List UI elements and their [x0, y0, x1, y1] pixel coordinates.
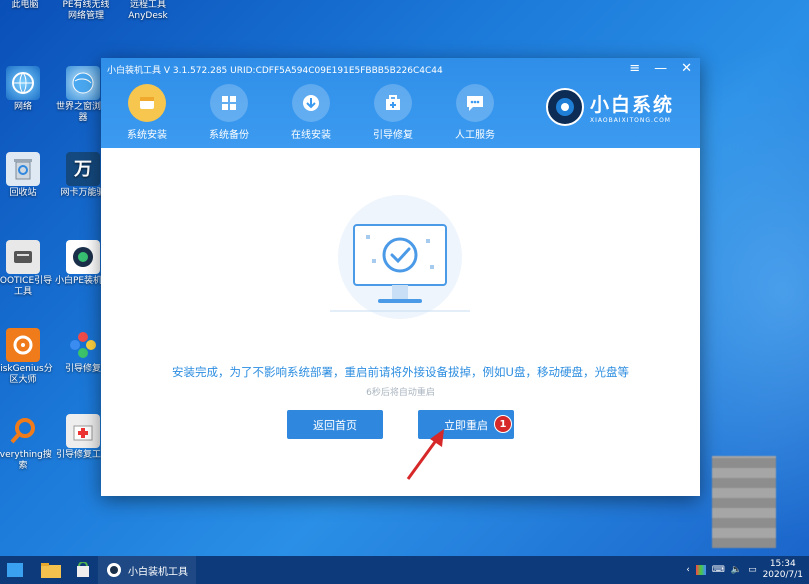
chevron-left-icon[interactable]: ‹ — [686, 565, 690, 575]
folder-icon — [41, 563, 61, 578]
menu-icon[interactable]: ≡ — [629, 61, 640, 76]
system-install-icon — [128, 84, 166, 122]
system-tray: ‹ ⌨ 🔈 ▭ 15:34 2020/7/1 — [686, 556, 803, 584]
main-nav: 系统安装 系统备份 在线安装 引导修复 人工服务 — [117, 84, 505, 141]
close-icon[interactable]: ✕ — [681, 61, 692, 76]
start-button[interactable] — [0, 556, 30, 584]
tab-system-install[interactable]: 系统安装 — [117, 84, 177, 141]
window-title: 小白装机工具 V 3.1.572.285 URID:CDFF5A594C09E1… — [107, 66, 443, 76]
chat-service-icon — [456, 84, 494, 122]
annotation-arrow-icon — [406, 429, 444, 480]
tab-online-install[interactable]: 在线安装 — [281, 84, 341, 141]
wifi-tool-icon — [77, 562, 89, 577]
color-app-icon[interactable] — [695, 565, 706, 575]
taskbar-app-xiaobai[interactable]: 小白装机工具 — [98, 556, 196, 584]
online-install-icon — [292, 84, 330, 122]
volume-icon[interactable]: 🔈 — [731, 565, 742, 575]
system-backup-icon — [210, 84, 248, 122]
file-explorer-button[interactable] — [34, 556, 68, 584]
tab-system-backup[interactable]: 系统备份 — [199, 84, 259, 141]
clock[interactable]: 15:34 2020/7/1 — [763, 559, 803, 581]
window-header: 小白装机工具 V 3.1.572.285 URID:CDFF5A594C09E1… — [101, 58, 700, 148]
countdown-text: 6秒后将自动重启 — [366, 388, 435, 398]
install-complete-illustration — [328, 195, 472, 319]
network-tray-icon[interactable]: ▭ — [748, 565, 757, 575]
driver-icon: 万 — [66, 152, 100, 186]
desktop-icon-recycle-bin[interactable]: 回收站 — [0, 152, 54, 199]
boot-repair-tool-icon — [66, 414, 100, 448]
window-controls: ≡ — ✕ — [629, 61, 692, 76]
network-icon — [6, 66, 40, 100]
network-tool-button[interactable] — [68, 556, 98, 584]
install-complete-message: 安装完成，为了不影响系统部署，重启前请将外接设备拔掉，例如U盘，移动硬盘，光盘等 — [172, 365, 629, 379]
back-home-button[interactable]: 返回首页 — [287, 410, 383, 439]
desktop-icon-everything[interactable]: Everything搜索 — [0, 414, 54, 472]
windows-logo-icon — [7, 563, 23, 577]
desktop-icon-diskgenius[interactable]: DiskGenius分区大师 — [0, 328, 54, 386]
bootice-icon — [6, 240, 40, 274]
desktop-label-computer[interactable]: 此电脑 — [6, 0, 44, 11]
xiaobai-app-icon — [107, 563, 121, 577]
brand-name: 小白系统 — [589, 94, 674, 116]
step-badge: 1 — [494, 415, 512, 433]
recycle-bin-icon — [6, 152, 40, 186]
boot-repair-icon — [66, 328, 100, 362]
tab-boot-repair[interactable]: 引导修复 — [363, 84, 423, 141]
desktop-label-pe-network[interactable]: PE有线无线网络管理 — [60, 0, 112, 22]
keyboard-icon[interactable]: ⌨ — [712, 565, 725, 575]
desktop-icon-bootice[interactable]: BOOTICE引导工具 — [0, 240, 54, 298]
minimize-icon[interactable]: — — [654, 61, 667, 76]
everything-search-icon — [6, 414, 40, 448]
brand: 小白系统 XIAOBAIXITONG.COM — [545, 88, 674, 126]
brand-url: XIAOBAIXITONG.COM — [589, 117, 671, 124]
xiaobai-pe-icon — [66, 240, 100, 274]
taskbar: 小白装机工具 ‹ ⌨ 🔈 ▭ 15:34 2020/7/1 — [0, 556, 809, 584]
desktop-icon-network[interactable]: 网络 — [0, 66, 54, 113]
xiaobai-logo-icon — [545, 88, 584, 126]
boot-repair-icon — [374, 84, 412, 122]
globe-browser-icon — [66, 66, 100, 100]
tab-chat-service[interactable]: 人工服务 — [445, 84, 505, 141]
desktop-label-anydesk[interactable]: 远程工具 AnyDesk — [122, 0, 174, 22]
blurred-desktop-area — [712, 456, 776, 548]
diskgenius-icon — [6, 328, 40, 362]
